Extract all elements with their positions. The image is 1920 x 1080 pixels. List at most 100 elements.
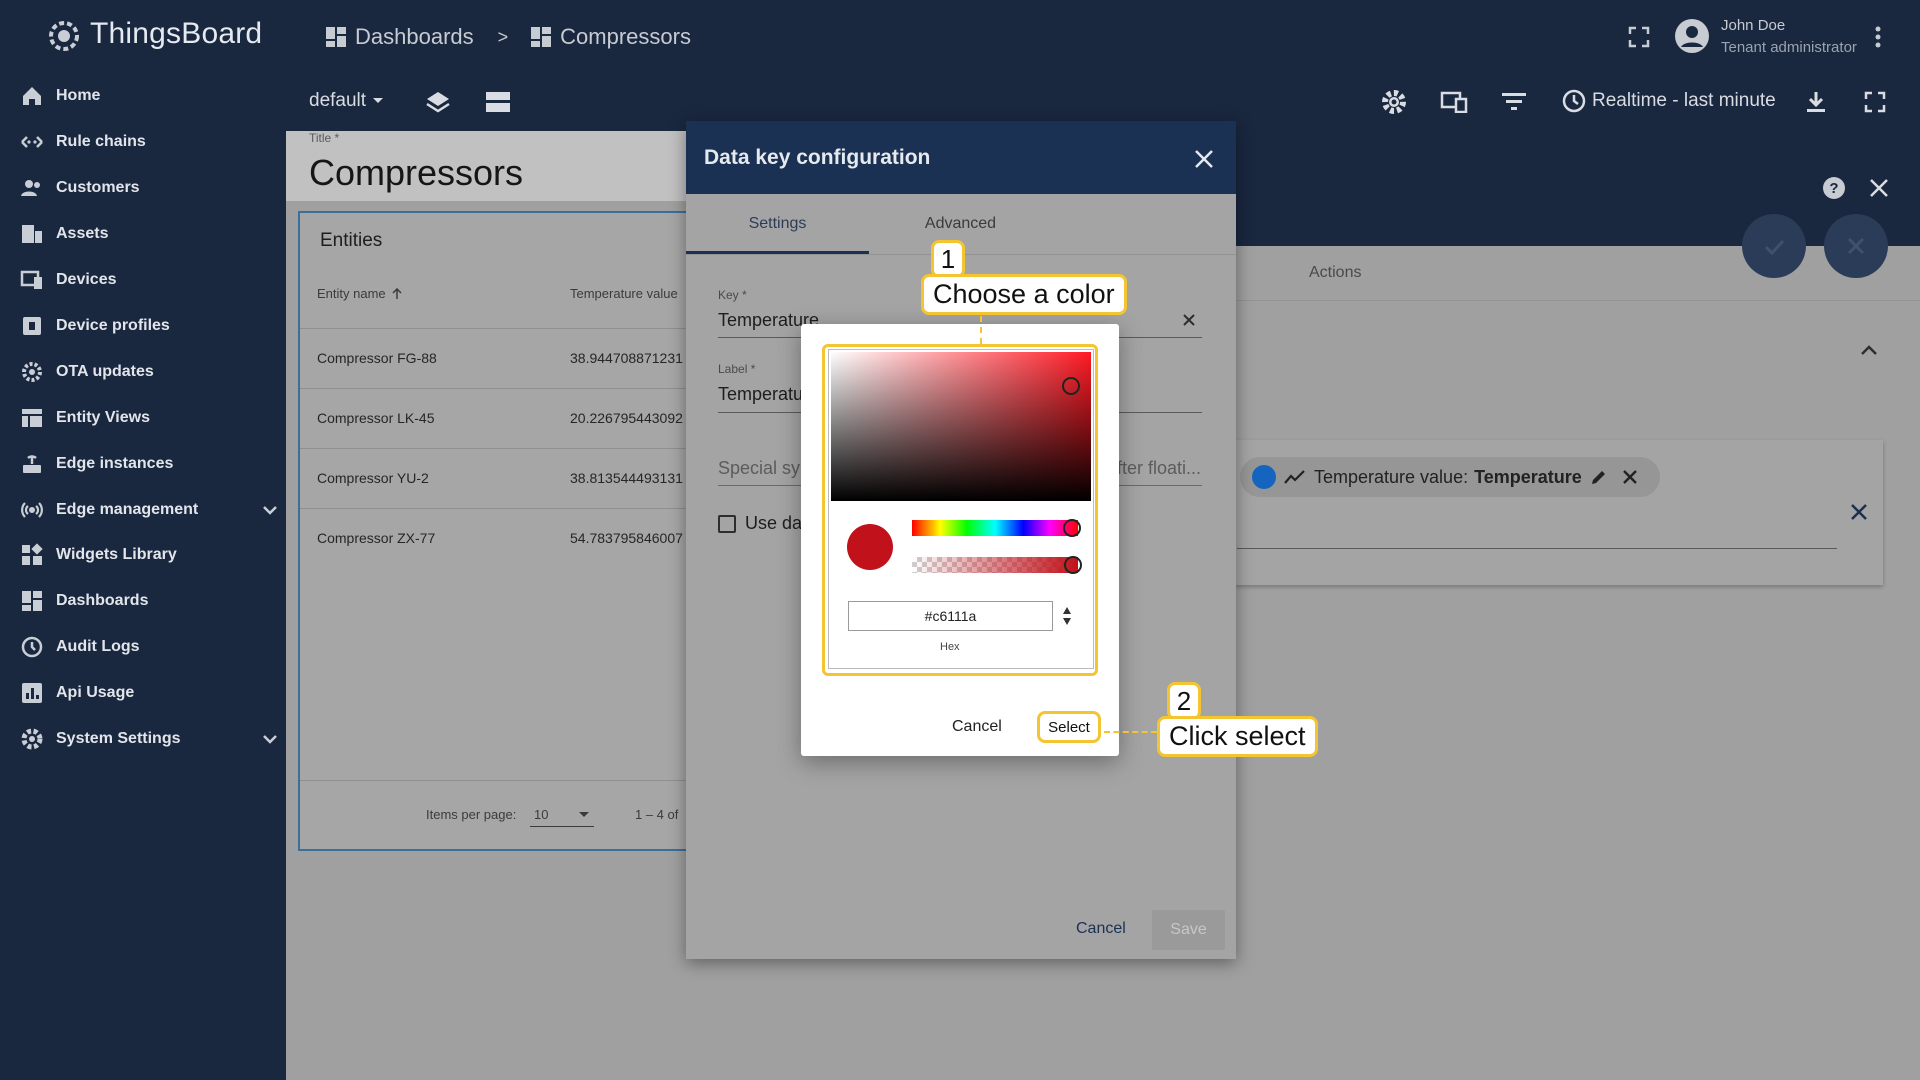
devices-layout-icon[interactable]	[1440, 91, 1468, 113]
sidebar-item-edge-management[interactable]: Edge management	[18, 488, 278, 532]
datakeys-underline	[1237, 548, 1837, 549]
gear-icon[interactable]	[1381, 89, 1407, 115]
sidebar-item-audit-logs[interactable]: Audit Logs	[18, 625, 278, 669]
sidebar-item-customers[interactable]: Customers	[18, 166, 278, 210]
sidebar-item-dashboards[interactable]: Dashboards	[18, 579, 278, 623]
clear-key-icon[interactable]	[1182, 313, 1196, 327]
breadcrumb-dashboards[interactable]: Dashboards	[355, 24, 474, 50]
sidebar-item-api-usage[interactable]: Api Usage	[18, 671, 278, 715]
arrow-up-icon	[392, 287, 402, 300]
items-per-page-select[interactable]: 10	[530, 803, 594, 827]
sidebar-item-edge-instances[interactable]: Edge instances	[18, 442, 278, 486]
fullscreen-icon[interactable]	[1864, 91, 1886, 113]
format-toggle-icon[interactable]	[1062, 606, 1072, 626]
sidebar-item-rule-chains[interactable]: Rule chains	[18, 120, 278, 164]
tab-settings[interactable]: Settings	[686, 194, 869, 254]
timewindow-button[interactable]: Realtime - last minute	[1562, 89, 1776, 113]
dashboards-grid-icon	[530, 26, 552, 48]
user-name: John Doe	[1721, 17, 1786, 34]
column-header-entity-name[interactable]: Entity name	[317, 286, 402, 301]
chevron-up-icon[interactable]	[1860, 344, 1878, 356]
use-data-label: Use da	[745, 513, 803, 533]
alpha-slider[interactable]	[912, 557, 1078, 573]
saturation-knob[interactable]	[1062, 377, 1080, 395]
rule-chain-icon	[18, 128, 46, 156]
sidebar-item-label: Customers	[56, 179, 140, 196]
tab-actions[interactable]: Actions	[1309, 264, 1361, 282]
sidebar-item-ota-updates[interactable]: OTA updates	[18, 350, 278, 394]
alpha-slider-knob[interactable]	[1064, 556, 1082, 574]
breadcrumb-separator: >	[497, 26, 509, 47]
tabs-divider	[1235, 300, 1920, 301]
column-header-temperature[interactable]: Temperature value	[570, 286, 688, 301]
sidebar-item-entity-views[interactable]: Entity Views	[18, 396, 278, 440]
timewindow-label: Realtime - last minute	[1592, 90, 1776, 111]
saturation-area[interactable]	[831, 352, 1091, 501]
sidebar-item-assets[interactable]: Assets	[18, 212, 278, 256]
device-profile-icon	[18, 312, 46, 340]
dashboard-title: Compressors	[309, 152, 524, 193]
sidebar-item-label: Edge instances	[56, 455, 174, 472]
temperature-cell: 54.783795846007	[570, 530, 683, 546]
api-usage-icon	[18, 679, 46, 707]
remove-chip-icon[interactable]	[1622, 469, 1638, 485]
chevron-down-icon[interactable]	[262, 734, 278, 744]
picker-cancel-button[interactable]: Cancel	[952, 718, 1002, 736]
dialog-title: Data key configuration	[704, 146, 931, 169]
dialog-cancel-button[interactable]: Cancel	[1076, 920, 1126, 938]
entity-name-cell: Compressor ZX-77	[317, 530, 436, 546]
chip-color-dot[interactable]	[1252, 465, 1276, 489]
temperature-cell: 38.813544493131	[570, 470, 683, 486]
audit-icon	[18, 633, 46, 661]
hue-slider[interactable]	[912, 520, 1078, 536]
more-vert-icon[interactable]	[1874, 26, 1882, 48]
picker-select-button[interactable]: Select	[1037, 711, 1101, 743]
sidebar-item-devices[interactable]: Devices	[18, 258, 278, 302]
special-symbol-field[interactable]: Special sy	[718, 458, 800, 479]
download-icon[interactable]	[1806, 90, 1826, 114]
thingsboard-logo-icon[interactable]	[42, 14, 86, 58]
remove-datasource-icon[interactable]	[1850, 503, 1868, 521]
sidebar-item-home[interactable]: Home	[18, 74, 278, 118]
close-editor-icon[interactable]	[1869, 178, 1889, 198]
datakey-chip[interactable]: Temperature value: Temperature	[1240, 457, 1660, 497]
edge-management-icon	[18, 496, 46, 524]
layout-icon[interactable]	[486, 92, 510, 112]
decimals-field[interactable]: fter floati...	[1117, 458, 1201, 479]
dialog-save-button[interactable]: Save	[1152, 910, 1225, 950]
avatar-icon[interactable]	[1674, 18, 1710, 54]
use-data-checkbox[interactable]	[718, 515, 736, 533]
sidebar-item-label: Home	[56, 87, 101, 104]
edit-icon[interactable]	[1590, 468, 1608, 486]
apply-changes-button[interactable]	[1742, 214, 1806, 278]
decline-changes-button[interactable]	[1824, 214, 1888, 278]
label-value[interactable]: Temperature value	[718, 384, 802, 405]
hex-input[interactable]: #c6111a	[848, 601, 1053, 631]
dashboards-grid-icon	[325, 26, 347, 48]
sidebar-item-widgets-library[interactable]: Widgets Library	[18, 533, 278, 577]
state-select[interactable]: default	[309, 90, 384, 112]
pagination-range: 1 – 4 of	[635, 807, 679, 822]
hue-slider-knob[interactable]	[1063, 519, 1081, 537]
entity-name-cell: Compressor LK-45	[317, 410, 435, 426]
sidebar-item-label: Assets	[56, 225, 109, 242]
assets-icon	[18, 220, 46, 248]
close-dialog-icon[interactable]	[1194, 149, 1214, 169]
sidebar-item-label: Audit Logs	[56, 638, 140, 655]
sidebar-item-label: Edge management	[56, 501, 199, 518]
filter-icon[interactable]	[1502, 93, 1526, 111]
callout-1-number: 1	[931, 240, 965, 278]
widget-title: Entities	[320, 230, 383, 251]
color-preview-swatch	[847, 524, 893, 570]
items-per-page-value: 10	[534, 807, 549, 822]
sidebar-item-device-profiles[interactable]: Device profiles	[18, 304, 278, 348]
sidebar-item-label: Dashboards	[56, 592, 149, 609]
layers-icon[interactable]	[425, 90, 451, 114]
help-icon[interactable]: ?	[1822, 176, 1846, 200]
sidebar-item-system-settings[interactable]: System Settings	[18, 717, 278, 761]
fullscreen-icon[interactable]	[1628, 26, 1650, 48]
temperature-cell: 38.944708871231	[570, 350, 683, 366]
label-label: Label *	[718, 362, 756, 376]
chevron-down-icon[interactable]	[262, 505, 278, 515]
breadcrumb-current: Compressors	[560, 24, 691, 49]
